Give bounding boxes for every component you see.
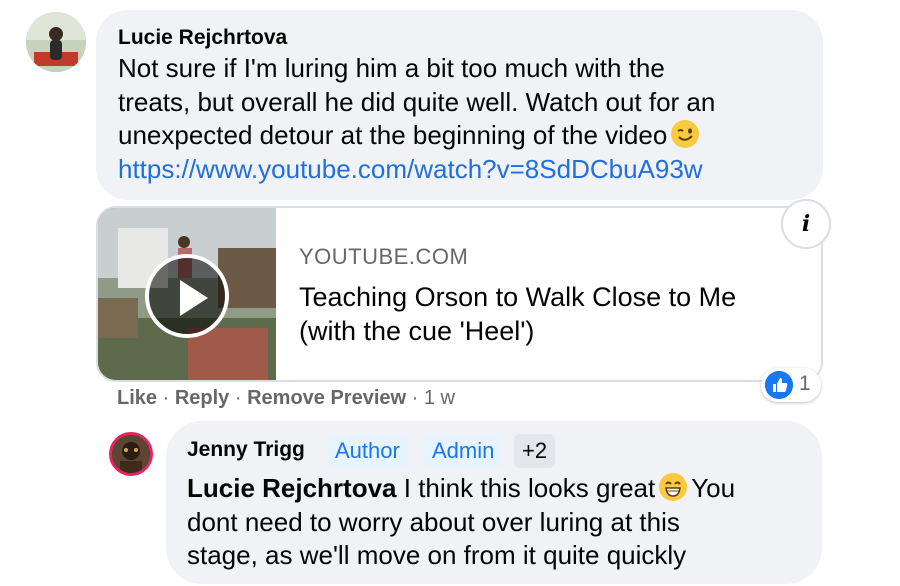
preview-title[interactable]: Teaching Orson to Walk Close to Me (with… <box>299 280 799 348</box>
reply-text-line: dont need to worry about over luring at … <box>187 506 680 537</box>
comment-text: Not sure if I'm luring him a bit too muc… <box>118 52 715 153</box>
reply-author-name[interactable]: Jenny Trigg <box>187 438 305 462</box>
reply-text-line: stage, as we'll move on from it quite qu… <box>187 540 687 570</box>
grinning-emoji-icon <box>659 473 688 501</box>
reaction-summary[interactable]: 1 <box>761 368 821 402</box>
avatar-photo <box>26 12 86 72</box>
commenter-avatar[interactable] <box>26 12 86 72</box>
youtube-link[interactable]: https://www.youtube.com/watch?v=8SdDCbuA… <box>118 154 703 185</box>
comment-text-line: Not sure if I'm luring him a bit too muc… <box>118 53 665 83</box>
like-button[interactable]: Like <box>117 387 157 409</box>
reply-text: Lucie Rejchrtova I think this looks grea… <box>187 472 735 573</box>
remove-preview-button[interactable]: Remove Preview <box>247 387 406 409</box>
reply-author-avatar[interactable] <box>109 432 153 476</box>
comment-author-name[interactable]: Lucie Rejchrtova <box>118 26 287 50</box>
reaction-count: 1 <box>799 372 811 395</box>
comment-text-line: unexpected detour at the beginning of th… <box>118 119 715 153</box>
like-icon <box>765 371 793 399</box>
play-icon[interactable] <box>145 254 229 338</box>
admin-badge[interactable]: Admin <box>424 434 503 468</box>
preview-domain: YOUTUBE.COM <box>299 244 469 269</box>
avatar-photo <box>112 435 150 473</box>
link-preview-card[interactable]: YOUTUBE.COM Teaching Orson to Walk Close… <box>96 206 823 382</box>
action-separator: · <box>162 387 170 409</box>
reply-text-content: You <box>691 473 736 503</box>
comment-text-line-content: unexpected detour at the beginning of th… <box>118 120 668 150</box>
wink-emoji-icon <box>671 120 700 148</box>
comment-text-line: treats, but overall he did quite well. W… <box>118 86 716 117</box>
mention-link[interactable]: Lucie Rejchrtova <box>187 473 397 503</box>
more-badges[interactable]: +2 <box>514 434 556 468</box>
action-separator: · <box>234 387 242 409</box>
reply-text-line: Lucie Rejchrtova I think this looks grea… <box>187 472 735 506</box>
comment-actions: Like · Reply · Remove Preview · 1 w <box>117 387 455 410</box>
reply-button[interactable]: Reply <box>175 387 229 409</box>
comment-timestamp[interactable]: 1 w <box>424 387 455 409</box>
author-badge[interactable]: Author <box>327 434 408 468</box>
action-separator: · <box>411 387 419 409</box>
info-icon[interactable]: i <box>781 199 831 249</box>
reply-text-content: I think this looks great <box>403 473 656 503</box>
video-thumbnail[interactable] <box>98 208 276 380</box>
